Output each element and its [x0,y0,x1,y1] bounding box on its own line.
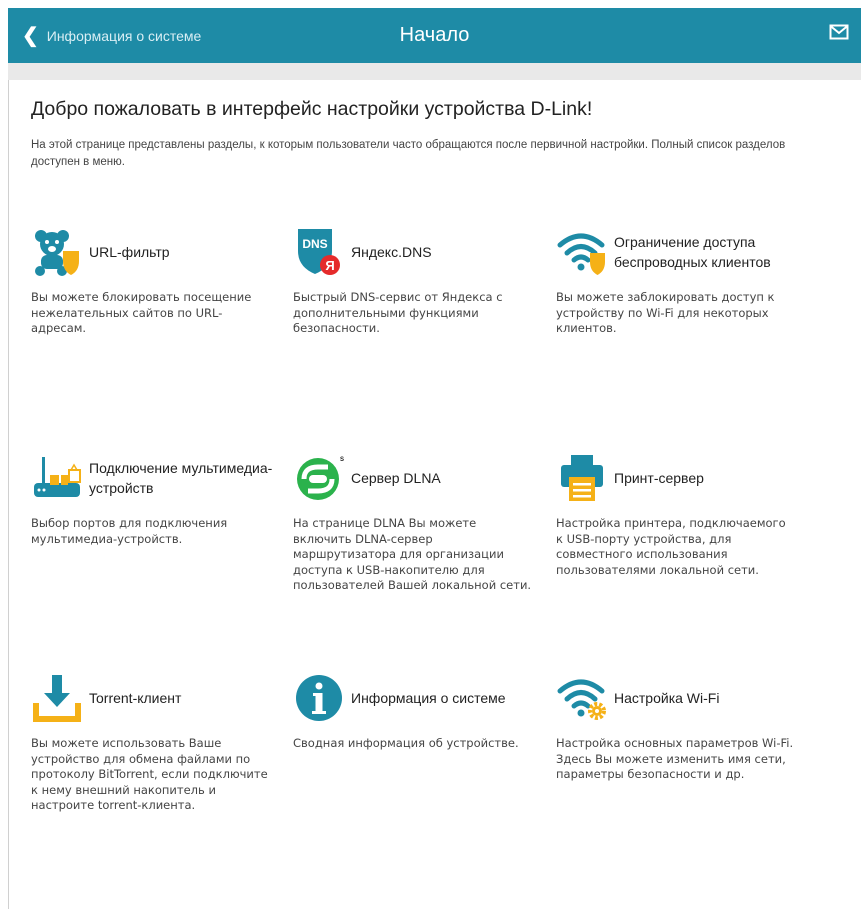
welcome-heading: Добро пожаловать в интерфейс настройки у… [31,98,593,120]
tile-description: Выбор портов для подключения мультимедиа… [31,516,228,546]
tile-title: URL-фильтр [89,244,170,260]
tile-title: Подключение мультимедиа-устройств [89,460,273,496]
tile-title: Torrent-клиент [89,690,182,706]
tile-multimedia-devices[interactable]: Подключение мультимедиа-устройств Выбор … [31,452,272,547]
printer-icon [556,452,608,504]
tile-description: Настройка принтера, подключаемого к USB-… [556,516,786,577]
wifi-shield-icon [556,226,608,278]
svg-text:Я: Я [325,258,334,273]
header-separator [8,63,861,80]
tile-yandex-dns[interactable]: DNS Я Яндекс.DNS Быстрый DNS-сервис от Я… [293,226,533,337]
tile-header[interactable]: Информация о системе [293,672,533,726]
tile-title: Принт-сервер [614,470,704,486]
wifi-gear-icon [556,672,608,724]
tile-description: Вы можете блокировать посещение нежелате… [31,290,252,335]
tile-wireless-access-restriction[interactable]: Ограничение доступа беспроводных клиенто… [556,226,796,337]
mail-icon[interactable] [829,24,849,45]
tile-header[interactable]: Torrent-клиент [31,672,271,726]
tile-header[interactable]: URL-фильтр [31,226,271,280]
tile-description: Вы можете заблокировать доступ к устройс… [556,290,775,335]
intro-text: На этой странице представлены разделы, к… [31,139,786,168]
page-title: Начало [399,24,470,46]
svg-text:SM: SM [340,457,344,463]
url-filter-icon [31,226,83,278]
tile-header[interactable]: DNS Я Яндекс.DNS [293,226,533,280]
tile-torrent-client[interactable]: Torrent-клиент Вы можете использовать Ва… [31,672,271,814]
tile-title: Ограничение доступа беспроводных клиенто… [614,234,771,270]
svg-text:DNS: DNS [302,237,327,251]
tile-wifi-settings[interactable]: Настройка Wi-Fi Настройка основных парам… [556,672,796,783]
tile-description: Сводная информация об устройстве. [293,736,519,750]
tile-title: Яндекс.DNS [351,244,432,260]
tile-header[interactable]: Принт-сервер [556,452,796,506]
tile-description: Быстрый DNS-сервис от Яндекса с дополнит… [293,290,503,335]
tile-title: Сервер DLNA [351,470,441,486]
download-icon [31,672,83,724]
top-bar: ❮ Информация о системе Начало [8,8,861,63]
dlna-icon: SM [293,452,345,504]
tile-header[interactable]: Подключение мультимедиа-устройств [31,452,272,506]
tile-description: Настройка основных параметров Wi-Fi. Зде… [556,736,794,781]
yandex-dns-icon: DNS Я [293,226,345,278]
tile-title: Информация о системе [351,690,506,706]
tile-dlna-server[interactable]: SM Сервер DLNA На странице DLNA Вы может… [293,452,533,594]
tile-header[interactable]: Настройка Wi-Fi [556,672,796,726]
tile-print-server[interactable]: Принт-сервер Настройка принтера, подключ… [556,452,796,578]
tile-description: На странице DLNA Вы можете включить DLNA… [293,516,532,592]
multimedia-router-icon [31,452,83,504]
tile-url-filter[interactable]: URL-фильтр Вы можете блокировать посещен… [31,226,271,337]
tile-header[interactable]: Ограничение доступа беспроводных клиенто… [556,226,796,280]
info-icon [293,672,345,724]
tile-header[interactable]: SM Сервер DLNA [293,452,533,506]
main-content: Добро пожаловать в интерфейс настройки у… [8,80,861,909]
tile-title: Настройка Wi-Fi [614,690,720,706]
tile-description: Вы можете использовать Ваше устройство д… [31,736,268,812]
tile-system-info[interactable]: Информация о системе Сводная информация … [293,672,533,752]
